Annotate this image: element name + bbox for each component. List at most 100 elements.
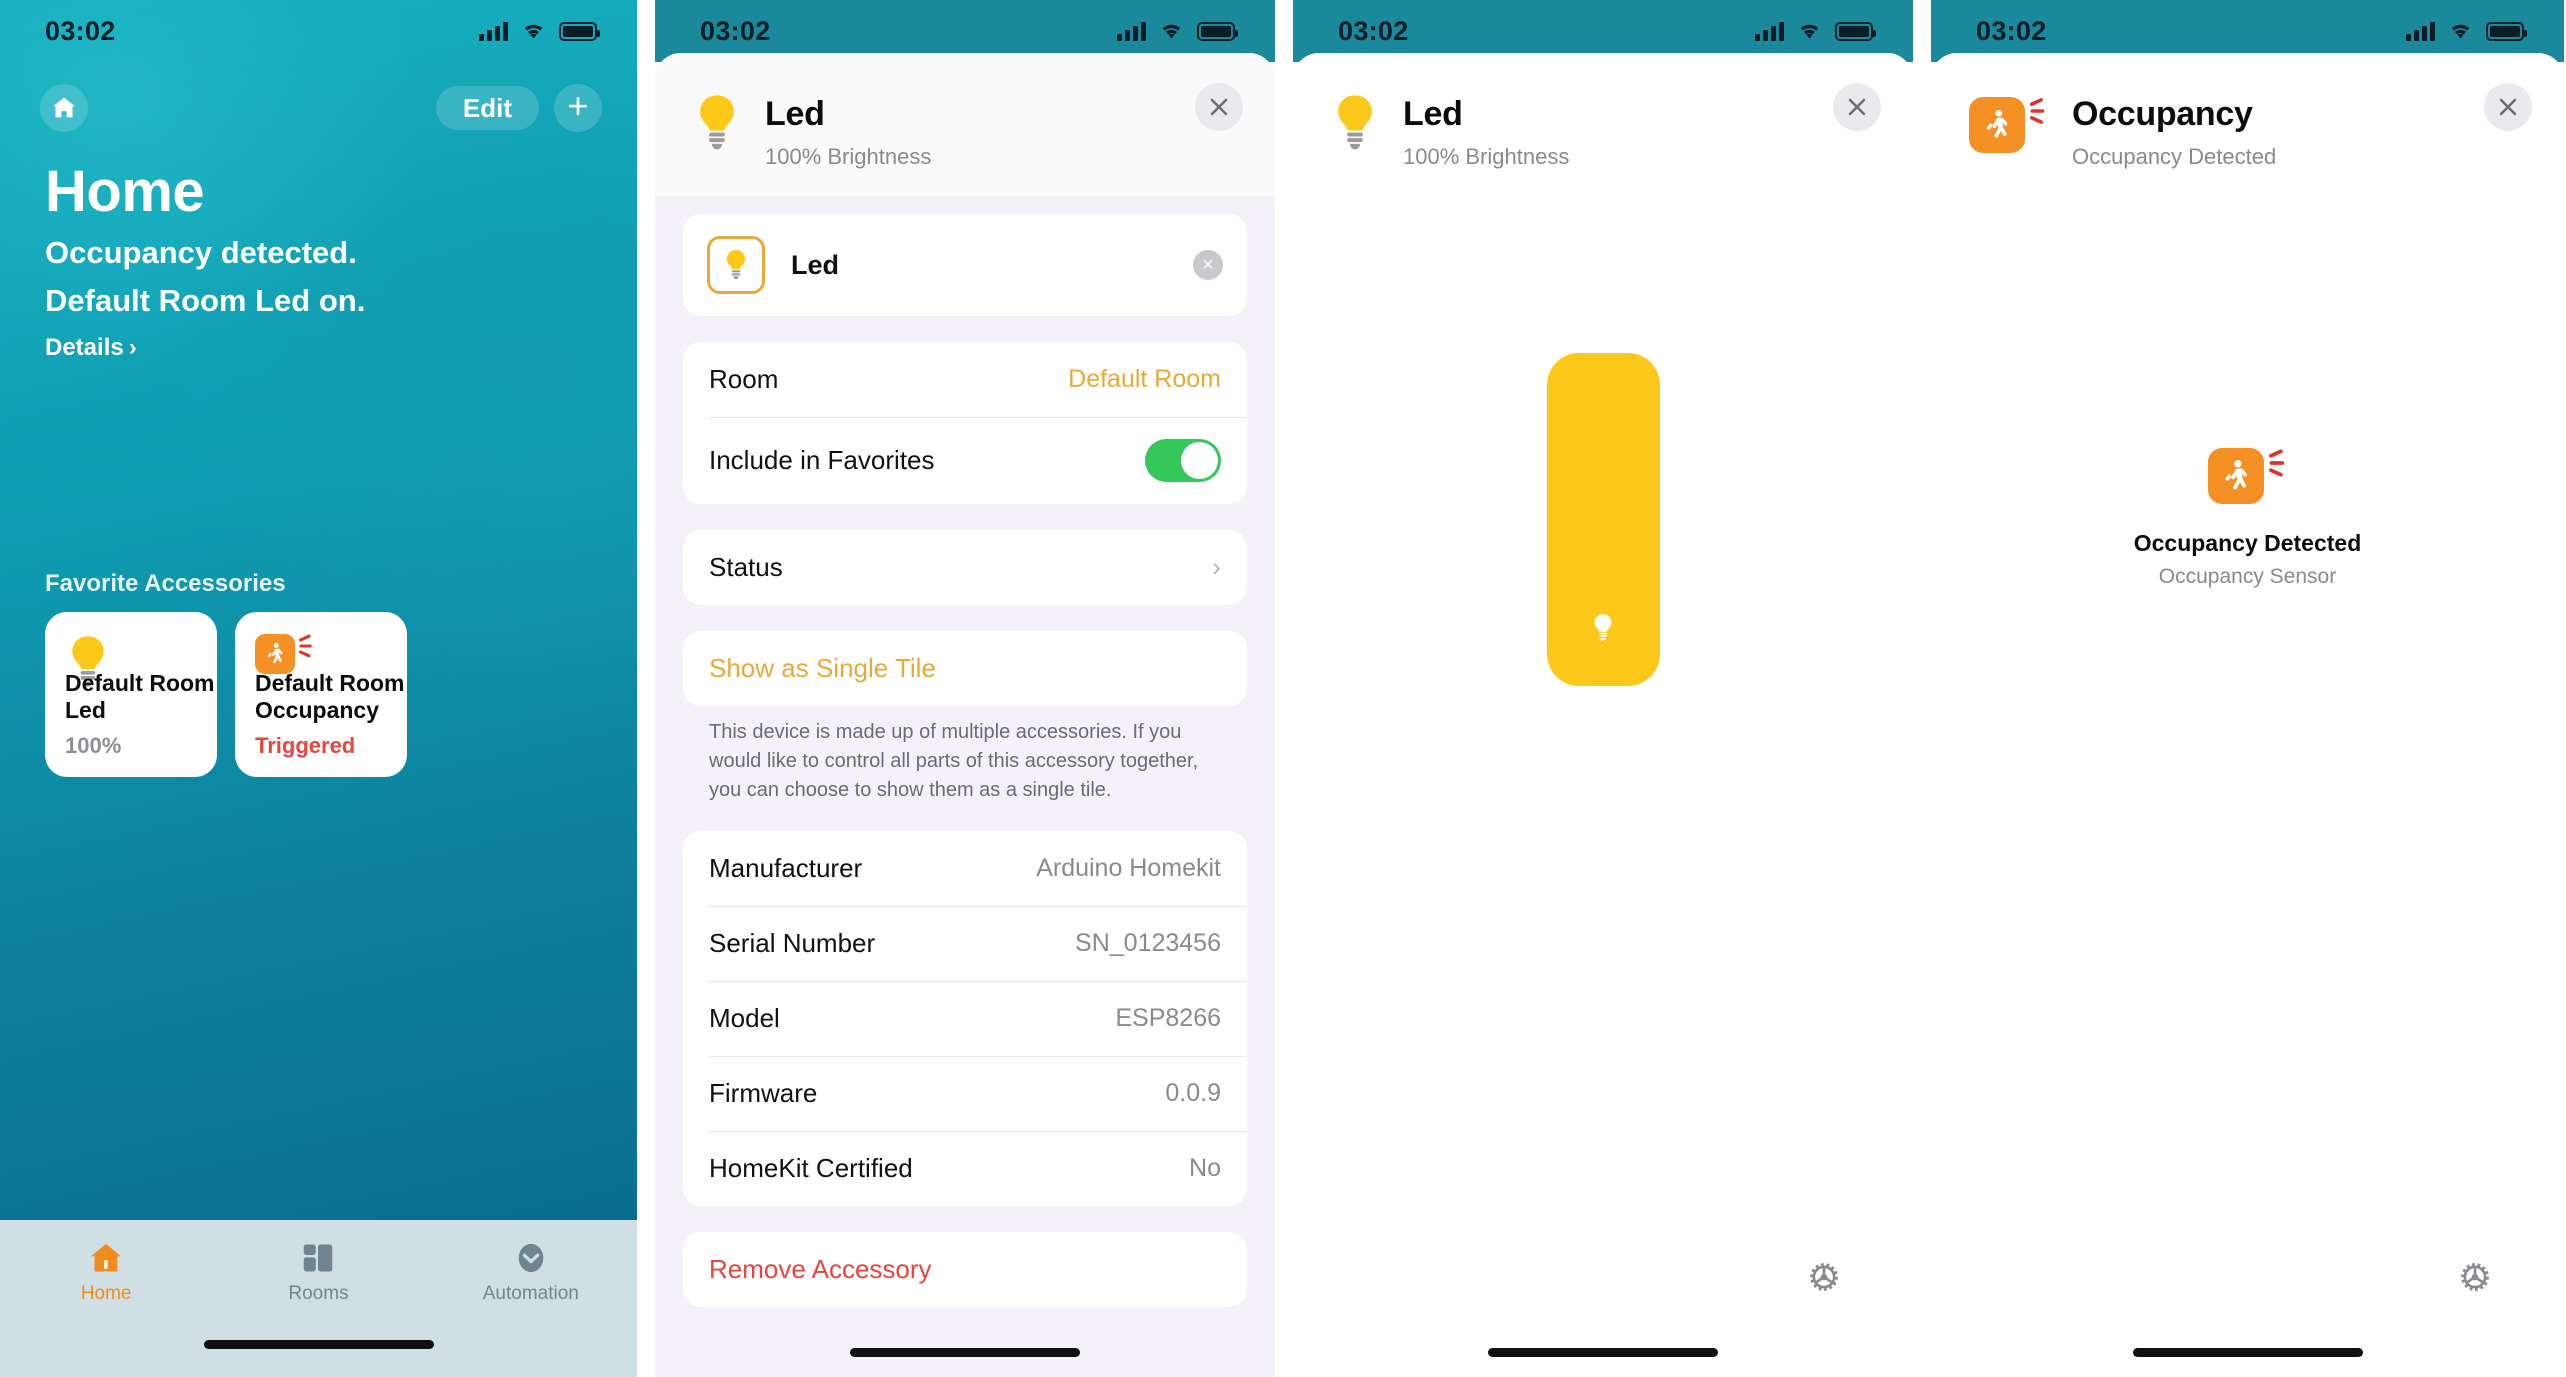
details-link[interactable]: Details › — [0, 320, 637, 362]
close-button[interactable] — [1195, 83, 1243, 131]
tab-automation[interactable]: Automation — [425, 1240, 637, 1305]
signal-bars-icon — [1755, 21, 1784, 41]
status-bar-icons — [1117, 21, 1238, 41]
wifi-icon — [1159, 21, 1184, 41]
accessory-tile-state: Triggered — [255, 733, 356, 758]
remove-accessory-button[interactable]: Remove Accessory — [683, 1232, 1247, 1307]
clear-icon[interactable]: × — [1193, 250, 1223, 280]
lightbulb-icon — [726, 250, 746, 280]
status-bar-icons — [2406, 21, 2527, 41]
occupancy-sensor-icon — [2207, 448, 2264, 504]
status-bar-clock: 03:02 — [45, 15, 116, 46]
row-status[interactable]: Status › — [683, 530, 1247, 605]
occupancy-status-title: Occupancy Detected — [2133, 530, 2362, 556]
signal-waves-icon — [2029, 98, 2045, 124]
spec-value: No — [1189, 1154, 1221, 1182]
room-favorites-card: Room Default Room Include in Favorites — [683, 342, 1247, 504]
accessory-name-row[interactable]: Led × — [683, 214, 1247, 316]
status-bar-clock: 03:02 — [700, 15, 771, 46]
wifi-icon — [1797, 21, 1822, 41]
settings-button[interactable] — [1803, 1256, 1845, 1303]
led-control-panel: 03:02 Led 100% Brightness — [1293, 0, 1913, 1377]
led-control-sheet: Led 100% Brightness — [1293, 53, 1913, 1377]
occupancy-status-display: Occupancy Detected Occupancy Sensor — [1931, 448, 2564, 589]
home-content: 03:02 Edit + Home Occupancy detected. De… — [0, 0, 637, 362]
sheet-header: Led 100% Brightness — [655, 53, 1275, 196]
sheet-title: Led — [765, 95, 825, 133]
status-card: Status › — [683, 530, 1247, 605]
spec-row: Serial Number SN_0123456 — [683, 906, 1247, 981]
rooms-icon — [304, 1244, 333, 1272]
accessory-icon-box[interactable] — [707, 236, 765, 294]
sheet-subtitle: 100% Brightness — [765, 144, 932, 169]
lightbulb-icon — [700, 95, 734, 150]
row-room[interactable]: Room Default Room — [683, 342, 1247, 417]
battery-icon — [1835, 22, 1876, 41]
spec-label: Model — [709, 1003, 780, 1033]
tab-label: Home — [80, 1283, 132, 1304]
add-button[interactable]: + — [554, 84, 602, 132]
tab-bar: Home Rooms Automation — [0, 1220, 637, 1377]
accessory-tile-state: 100% — [65, 733, 122, 758]
settings-button[interactable] — [2454, 1256, 2496, 1303]
occupancy-sensor-icon — [255, 634, 295, 674]
accessory-name-input[interactable]: Led — [791, 250, 839, 281]
details-label: Details — [45, 334, 124, 362]
row-label: Include in Favorites — [709, 445, 935, 475]
accessory-tile-occupancy[interactable]: Default Room Occupancy Triggered — [235, 612, 407, 777]
close-icon — [1848, 98, 1866, 116]
home-status-line-2: Default Room Led on. — [45, 282, 366, 318]
spec-label: HomeKit Certified — [709, 1153, 913, 1183]
favorite-accessories-section: Favorite Accessories Default Room Led 10… — [0, 570, 637, 777]
tab-label: Automation — [482, 1283, 579, 1304]
house-icon — [52, 97, 76, 118]
close-button[interactable] — [1833, 83, 1881, 131]
home-toolbar: Edit + — [0, 62, 637, 132]
wifi-icon — [2448, 21, 2473, 41]
spec-value: Arduino Homekit — [1036, 854, 1221, 882]
sheet-header-text: Occupancy Occupancy Detected — [2072, 93, 2276, 170]
accessory-tile-name: Default Room Led — [65, 669, 215, 724]
led-settings-body: Led × Room Default Room Include in Favor… — [655, 196, 1275, 1377]
house-button[interactable] — [40, 84, 88, 132]
close-button[interactable] — [2484, 83, 2532, 131]
home-indicator — [850, 1348, 1080, 1357]
show-as-single-tile-button[interactable]: Show as Single Tile — [683, 631, 1247, 706]
wifi-icon — [521, 21, 546, 41]
signal-waves-icon — [298, 634, 312, 658]
brightness-slider[interactable] — [1546, 353, 1660, 686]
status-bar-clock: 03:02 — [1976, 15, 2047, 46]
occupancy-status-subtitle: Occupancy Sensor — [2158, 565, 2337, 588]
accessory-name-card: Led × — [683, 214, 1247, 316]
spec-row: Model ESP8266 — [683, 981, 1247, 1056]
row-label: Status — [709, 552, 783, 582]
brightness-slider-wrap — [1293, 353, 1913, 686]
favorites-toggle[interactable] — [1145, 439, 1221, 482]
accessory-tile-name: Default Room Occupancy — [255, 669, 405, 724]
tab-rooms[interactable]: Rooms — [212, 1240, 424, 1305]
sheet-header-text: Led 100% Brightness — [1403, 93, 1569, 170]
lightbulb-icon — [1591, 613, 1615, 648]
occupancy-sensor-icon — [1969, 97, 2025, 153]
tab-home[interactable]: Home — [0, 1240, 212, 1305]
sheet-header: Led 100% Brightness — [1293, 53, 1913, 196]
single-tile-card: Show as Single Tile — [683, 631, 1247, 706]
occupancy-detail-sheet: Occupancy Occupancy Detected Occupancy D… — [1931, 53, 2564, 1377]
panel-gap — [1275, 0, 1293, 1377]
panel-gap — [1913, 0, 1931, 1377]
status-bar: 03:02 — [0, 0, 637, 62]
spec-row: Manufacturer Arduino Homekit — [683, 831, 1247, 906]
spec-value: SN_0123456 — [1075, 929, 1221, 957]
edit-button[interactable]: Edit — [435, 86, 539, 130]
spec-value: 0.0.9 — [1165, 1079, 1221, 1107]
spec-row: Firmware 0.0.9 — [683, 1056, 1247, 1131]
remove-accessory-card: Remove Accessory — [683, 1232, 1247, 1307]
battery-icon — [559, 22, 600, 41]
accessory-tile-led[interactable]: Default Room Led 100% — [45, 612, 217, 777]
single-tile-note: This device is made up of multiple acces… — [709, 721, 1199, 801]
spec-value: ESP8266 — [1115, 1004, 1221, 1032]
automation-icon — [518, 1243, 544, 1273]
sheet-subtitle: Occupancy Detected — [2072, 144, 2277, 169]
row-value: Default Room — [1068, 365, 1221, 393]
row-include-in-favorites[interactable]: Include in Favorites — [683, 417, 1247, 504]
